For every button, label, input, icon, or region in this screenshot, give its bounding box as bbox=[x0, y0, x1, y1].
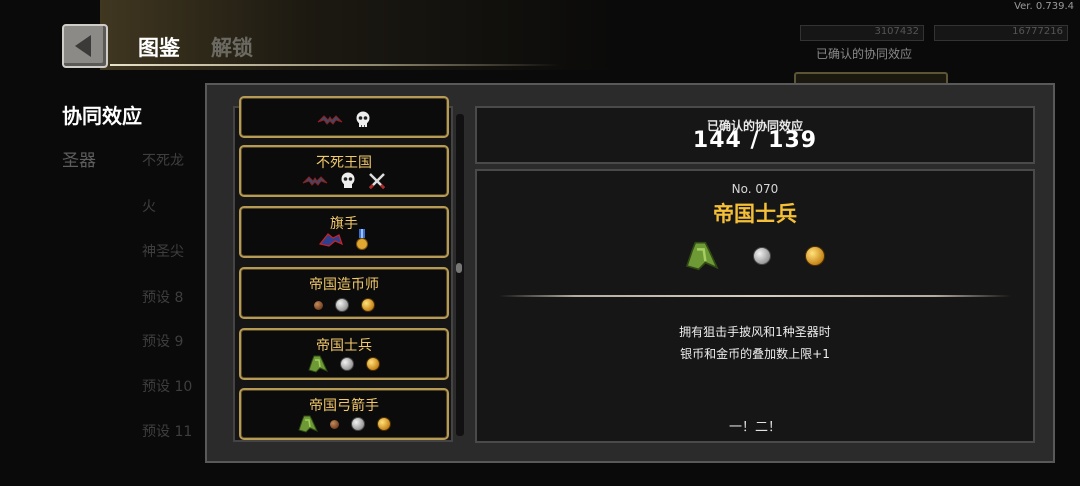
gold-coin-icon bbox=[366, 357, 380, 371]
confirmed-count-value: 144 / 139 bbox=[692, 128, 818, 153]
synergy-card[interactable] bbox=[239, 96, 449, 138]
card-icons bbox=[241, 298, 447, 312]
synergy-card[interactable]: 帝国造币师 bbox=[239, 267, 449, 319]
synergy-quote: 一！二！ bbox=[728, 420, 781, 435]
synergy-name: 帝国造币师 bbox=[309, 277, 379, 293]
detail-divider bbox=[499, 295, 1011, 297]
currency-gems: 16777216 bbox=[934, 25, 1068, 41]
skull-icon bbox=[356, 111, 370, 127]
bg-list-item: 不死龙 bbox=[142, 153, 184, 169]
synergy-card[interactable]: 帝国士兵 bbox=[239, 328, 449, 380]
gold-coin-icon bbox=[805, 246, 825, 266]
gold-coin-icon bbox=[360, 298, 375, 312]
silver-coin-icon bbox=[350, 417, 365, 431]
synergy-card[interactable]: 不死王国 bbox=[239, 145, 449, 197]
sniper-cloak-icon bbox=[308, 355, 328, 373]
tab-relics[interactable]: 圣器 bbox=[62, 146, 96, 171]
card-icons bbox=[241, 172, 447, 190]
synergy-name: 帝国弓箭手 bbox=[309, 398, 379, 414]
tab-synergy[interactable]: 协同效应 bbox=[62, 100, 142, 129]
copper-coin-icon bbox=[313, 300, 323, 310]
bg-list-item: 神圣尖 bbox=[142, 244, 184, 260]
sniper-cloak-icon bbox=[297, 415, 318, 433]
version-label: Ver. 0.739.4 bbox=[1014, 1, 1074, 12]
medal-icon bbox=[356, 229, 368, 250]
bg-list-item: 预设 10 bbox=[142, 379, 193, 395]
bat-icon bbox=[302, 176, 328, 186]
gold-coin-icon bbox=[376, 417, 391, 431]
sniper-cloak-icon bbox=[685, 241, 719, 271]
silver-coin-icon bbox=[753, 247, 771, 265]
crossed-swords-icon bbox=[368, 173, 386, 190]
back-button[interactable] bbox=[62, 24, 108, 68]
bg-list-item: 预设 9 bbox=[142, 334, 184, 350]
synergy-number: No. 070 bbox=[731, 182, 779, 196]
list-scrollbar[interactable] bbox=[455, 113, 465, 437]
synergy-card[interactable]: 帝国弓箭手 bbox=[239, 388, 449, 440]
synergy-detail-panel: No. 070 帝国士兵 拥有狙击手披风和1种圣器时 银币和金币的叠加数上限+1… bbox=[475, 169, 1035, 443]
confirmed-count-panel: 已确认的协同效应 144 / 139 bbox=[475, 106, 1035, 164]
scrollbar-thumb[interactable] bbox=[456, 263, 462, 273]
banner-icon bbox=[319, 233, 343, 247]
bg-list-item: 预设 8 bbox=[142, 290, 184, 306]
card-icons bbox=[241, 111, 447, 129]
detail-icons bbox=[477, 241, 1033, 271]
synergy-title: 帝国士兵 bbox=[713, 202, 797, 226]
bg-confirmed-label: 已确认的协同效应 bbox=[816, 47, 913, 61]
synergy-description-line1: 拥有狙击手披风和1种圣器时 bbox=[679, 325, 831, 339]
bat-icon bbox=[317, 115, 343, 125]
silver-coin-icon bbox=[340, 357, 354, 371]
back-arrow-icon bbox=[75, 35, 91, 57]
unlock-tab[interactable]: 解锁 bbox=[211, 32, 253, 62]
skull-icon bbox=[341, 172, 355, 188]
bg-list-item: 预设 11 bbox=[142, 424, 193, 440]
synergy-card[interactable]: 旗手 bbox=[239, 206, 449, 258]
currency-coins: 3107432 bbox=[800, 25, 924, 41]
page-title: 图鉴 bbox=[138, 36, 180, 60]
card-icons bbox=[241, 229, 447, 251]
silver-coin-icon bbox=[334, 298, 349, 312]
synergy-description-line2: 银币和金币的叠加数上限+1 bbox=[680, 347, 830, 361]
title-underline bbox=[110, 64, 560, 66]
card-icons bbox=[241, 415, 447, 433]
card-icons bbox=[241, 355, 447, 373]
copper-coin-icon bbox=[329, 419, 339, 429]
synergy-name: 帝国士兵 bbox=[316, 338, 372, 354]
synergy-name: 不死王国 bbox=[316, 155, 372, 171]
bg-list-item: 火 bbox=[142, 199, 156, 215]
